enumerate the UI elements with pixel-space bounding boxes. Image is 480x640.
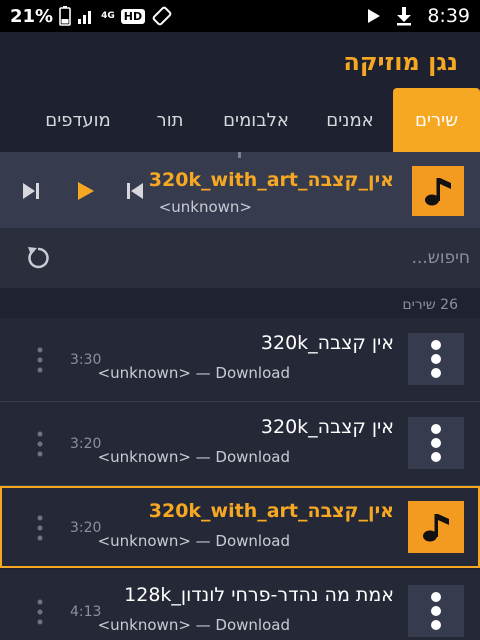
list-item-current[interactable]: אין_קצבה_320k_with_art <unknown> — Downl… [0, 486, 480, 568]
search-input[interactable] [80, 240, 470, 276]
music-note-icon [423, 514, 449, 542]
skip-previous-icon [127, 183, 143, 199]
play-icon [78, 182, 94, 200]
play-button[interactable] [70, 176, 100, 206]
progress-indicator [238, 152, 241, 158]
music-note-icon [425, 178, 451, 206]
list-item[interactable]: אין קצבה_320k <unknown> — Download 3:20 [0, 402, 480, 486]
album-art [412, 166, 464, 216]
drag-handle-icon[interactable] [32, 514, 48, 542]
page-title: נגן מוזיקה [343, 48, 458, 76]
next-button[interactable] [16, 176, 46, 206]
tab-artists[interactable]: אמנים [312, 88, 388, 152]
search-bar [0, 228, 480, 288]
more-options-button[interactable] [408, 417, 464, 469]
song-duration: 3:20 [70, 520, 102, 536]
tab-bar: שירים אמנים אלבומים תור מועדפים [0, 88, 480, 152]
song-duration: 3:30 [70, 352, 102, 368]
now-playing-title: אין_קצבה_320k_with_art [148, 169, 394, 191]
song-title: אין קצבה_320k [260, 416, 394, 438]
song-thumbnail [408, 501, 464, 553]
signal-icon [78, 11, 92, 24]
song-duration: 4:13 [70, 604, 102, 620]
drag-handle-icon[interactable] [32, 598, 48, 626]
song-count: 26 שירים [402, 297, 458, 313]
tab-albums[interactable]: אלבומים [206, 88, 306, 152]
list-item[interactable]: אין קצבה_320k <unknown> — Download 3:30 [0, 318, 480, 402]
battery-percent: 21% [10, 5, 54, 27]
drag-handle-icon[interactable] [32, 430, 48, 458]
song-subtitle: <unknown> — Download [97, 364, 290, 382]
refresh-icon[interactable] [24, 244, 52, 272]
battery-icon [59, 6, 71, 26]
tab-songs[interactable]: שירים [393, 88, 480, 152]
song-duration: 3:20 [70, 436, 102, 452]
list-item[interactable]: אמת מה נהדר-פרחי לונדון_128k <unknown> —… [0, 570, 480, 640]
clock: 8:39 [427, 5, 470, 27]
more-vertical-icon [431, 424, 441, 462]
more-vertical-icon [431, 340, 441, 378]
song-subtitle: <unknown> — Download [97, 616, 290, 634]
more-options-button[interactable] [408, 585, 464, 637]
more-vertical-icon [431, 592, 441, 630]
status-bar: 21% 4G HD 8:39 [0, 0, 480, 32]
network-type: 4G [101, 11, 115, 21]
song-subtitle: <unknown> — Download [97, 532, 290, 550]
rotation-icon [152, 6, 172, 26]
tab-favorites[interactable]: מועדפים [22, 88, 134, 152]
download-icon [397, 7, 412, 26]
song-title: אין קצבה_320k [260, 332, 394, 354]
drag-handle-icon[interactable] [32, 346, 48, 374]
more-options-button[interactable] [408, 333, 464, 385]
song-title: אין_קצבה_320k_with_art [148, 500, 394, 522]
hd-badge: HD [120, 8, 146, 24]
tab-queue[interactable]: תור [140, 88, 200, 152]
now-playing-artist: <unknown> [158, 198, 252, 216]
song-subtitle: <unknown> — Download [97, 448, 290, 466]
song-title: אמת מה נהדר-פרחי לונדון_128k [124, 584, 394, 606]
previous-button[interactable] [120, 176, 150, 206]
play-status-icon [368, 9, 381, 23]
app-header: נגן מוזיקה [0, 32, 480, 88]
skip-next-icon [23, 183, 39, 199]
